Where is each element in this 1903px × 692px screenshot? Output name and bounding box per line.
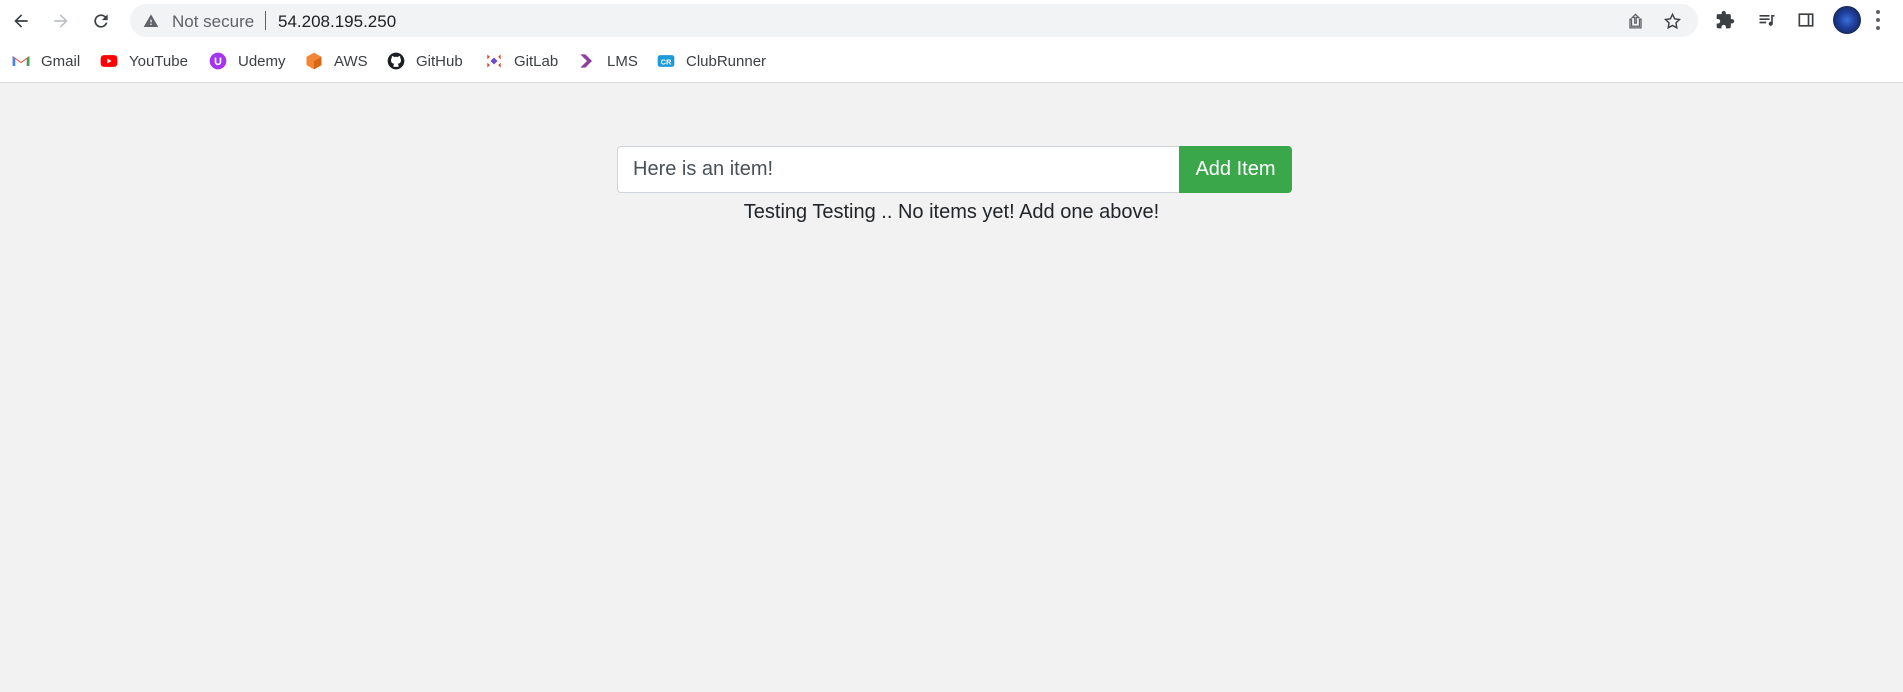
- gitlab-icon: [484, 51, 504, 71]
- bookmark-label: Udemy: [238, 52, 286, 70]
- lms-icon: [577, 51, 597, 71]
- omnibox-divider: [265, 11, 266, 30]
- bookmark-gitlab[interactable]: GitLab: [484, 49, 558, 73]
- bookmark-label: YouTube: [129, 52, 188, 70]
- add-item-form: Add Item: [617, 146, 1292, 193]
- reload-icon: [94, 14, 108, 28]
- bookmark-star-button[interactable]: [1661, 10, 1683, 32]
- extensions-button[interactable]: [1714, 9, 1736, 31]
- share-icon: [1628, 12, 1642, 28]
- bookmark-lms[interactable]: LMS: [577, 49, 638, 73]
- security-label[interactable]: Not secure: [172, 12, 254, 32]
- bookmark-label: Gmail: [41, 52, 81, 70]
- profile-avatar[interactable]: [1833, 6, 1861, 34]
- youtube-icon: [99, 51, 119, 71]
- reload-button[interactable]: [86, 6, 116, 36]
- github-icon: [386, 51, 406, 71]
- aws-icon: [304, 51, 324, 71]
- playlist-music-icon: [1759, 15, 1775, 26]
- clubrunner-icon: CR: [656, 51, 676, 71]
- warning-icon: [143, 14, 159, 27]
- bookmark-label: AWS: [334, 52, 368, 70]
- url-text[interactable]: 54.208.195.250: [278, 12, 396, 32]
- share-button[interactable]: [1624, 10, 1646, 32]
- bookmark-clubrunner[interactable]: CR ClubRunner: [656, 49, 766, 73]
- media-control-button[interactable]: [1756, 9, 1778, 31]
- empty-state-message: Testing Testing .. No items yet! Add one…: [743, 201, 1160, 223]
- address-bar[interactable]: Not secure 54.208.195.250: [130, 4, 1698, 37]
- bookmark-label: ClubRunner: [686, 52, 767, 70]
- gmail-icon: [11, 51, 31, 71]
- bookmark-youtube[interactable]: YouTube: [99, 49, 188, 73]
- puzzle-icon: [1716, 10, 1735, 29]
- add-item-button[interactable]: Add Item: [1179, 146, 1292, 193]
- bookmark-label: LMS: [607, 52, 638, 70]
- browser-toolbar: Not secure 54.208.195.250: [0, 0, 1903, 41]
- bookmarks-bar: Gmail YouTube Udemy AWS GitHub GitLab LM…: [0, 41, 1903, 83]
- star-icon: [1663, 12, 1681, 29]
- back-button[interactable]: [6, 6, 36, 36]
- dot-icon: [1876, 26, 1880, 30]
- page-content: Add Item Testing Testing .. No items yet…: [0, 83, 1903, 692]
- bookmark-label: GitHub: [416, 52, 463, 70]
- item-input[interactable]: [617, 146, 1179, 193]
- arrow-right-icon: [54, 14, 68, 28]
- side-panel-button[interactable]: [1795, 9, 1817, 31]
- bookmark-gmail[interactable]: Gmail: [11, 49, 80, 73]
- bookmark-aws[interactable]: AWS: [304, 49, 368, 73]
- bookmark-label: GitLab: [514, 52, 559, 70]
- udemy-icon: [208, 51, 228, 71]
- bookmark-github[interactable]: GitHub: [386, 49, 463, 73]
- dot-icon: [1876, 18, 1880, 22]
- bookmark-udemy[interactable]: Udemy: [208, 49, 286, 73]
- chrome-menu-button[interactable]: [1875, 10, 1881, 30]
- arrow-left-icon: [14, 14, 28, 28]
- side-panel-icon: [1798, 13, 1814, 27]
- forward-button[interactable]: [46, 6, 76, 36]
- dot-icon: [1876, 10, 1880, 14]
- svg-text:CR: CR: [661, 57, 672, 66]
